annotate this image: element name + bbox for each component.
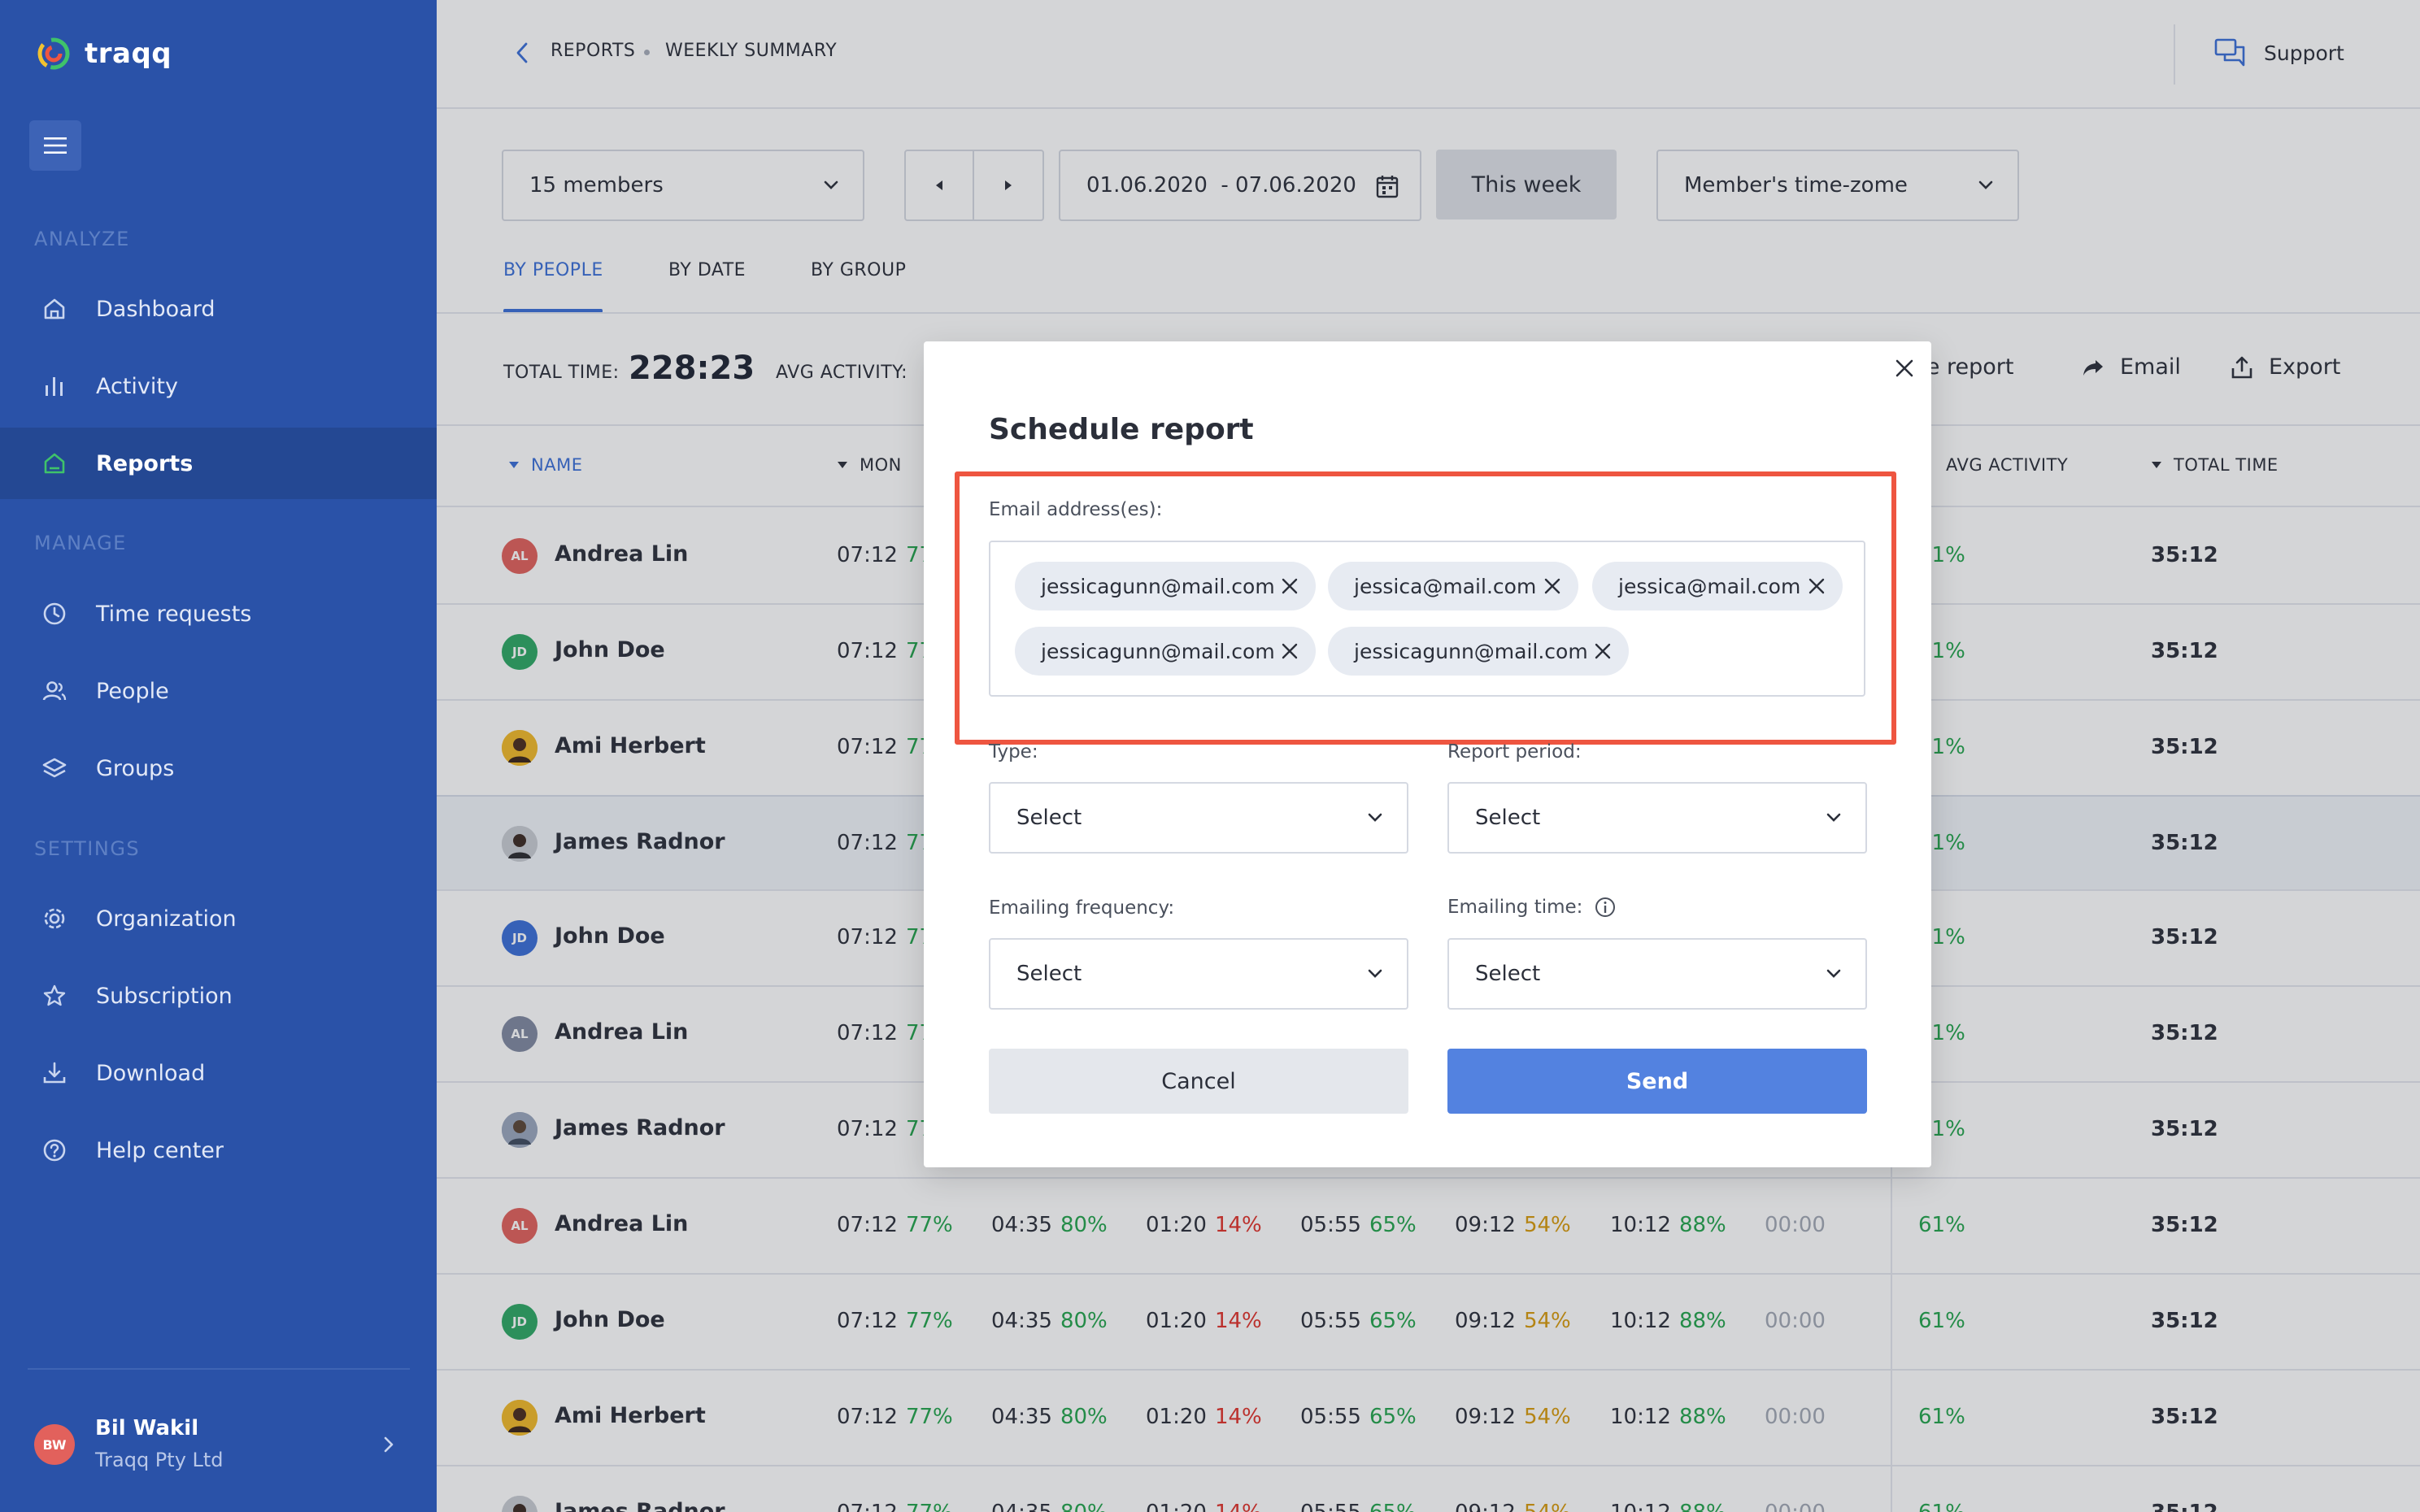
sidebar-item-groups[interactable]: Groups (0, 732, 437, 804)
chevron-right-icon[interactable] (381, 1434, 397, 1455)
user-avatar[interactable]: BW (34, 1424, 75, 1465)
gear-icon (44, 908, 65, 929)
home-icon (44, 298, 65, 319)
bar-chart-icon (46, 377, 63, 396)
user-name[interactable]: Bil Wakil (95, 1416, 198, 1440)
send-button[interactable]: Send (1447, 1049, 1867, 1114)
type-select[interactable]: Select (989, 782, 1408, 854)
email-chip[interactable]: jessica@mail.com (1328, 562, 1578, 610)
sidebar-item-activity[interactable]: Activity (0, 350, 437, 422)
email-chip[interactable]: jessicagunn@mail.com (1015, 627, 1316, 676)
clock-icon (43, 602, 66, 625)
section-manage: MANAGE (34, 532, 127, 554)
close-icon[interactable] (1894, 358, 1915, 379)
sidebar-item-people[interactable]: People (0, 655, 437, 727)
sidebar-item-label: Time requests (96, 601, 252, 627)
sidebar-item-label: Activity (96, 373, 178, 399)
email-input[interactable]: jessicagunn@mail.com jessica@mail.com je… (989, 541, 1865, 697)
sidebar-item-help-center[interactable]: Help center (0, 1114, 437, 1186)
emailing-time-label: Emailing time: (1447, 896, 1617, 919)
sidebar-item-label: Groups (96, 755, 175, 781)
chevron-down-icon (1826, 813, 1841, 822)
section-analyze: ANALYZE (34, 228, 130, 250)
sidebar-item-label: Dashboard (96, 296, 215, 322)
sidebar-item-subscription[interactable]: Subscription (0, 960, 437, 1032)
sidebar-item-organization[interactable]: Organization (0, 883, 437, 954)
sidebar-item-label: Download (96, 1060, 206, 1086)
chevron-down-icon (1826, 969, 1841, 978)
sidebar-item-dashboard[interactable]: Dashboard (0, 273, 437, 345)
cancel-button[interactable]: Cancel (989, 1049, 1408, 1114)
hamburger-icon (44, 137, 67, 154)
email-chip-text: jessica@mail.com (1354, 574, 1537, 598)
sidebar-item-label: Help center (96, 1137, 224, 1163)
info-icon[interactable] (1594, 896, 1617, 919)
chevron-down-icon (1368, 969, 1382, 978)
logo[interactable]: traqq (36, 36, 172, 72)
frequency-select[interactable]: Select (989, 938, 1408, 1010)
chevron-down-icon (1368, 813, 1382, 822)
reports-icon (44, 453, 65, 474)
report-period-value: Select (1475, 806, 1541, 830)
schedule-report-dialog: Schedule report Email address(es): jessi… (924, 341, 1931, 1167)
sidebar-item-label: Reports (96, 450, 194, 476)
download-icon (43, 1062, 66, 1084)
remove-chip-icon[interactable] (1593, 641, 1613, 661)
remove-chip-icon[interactable] (1543, 576, 1562, 596)
frequency-label: Emailing frequency: (989, 897, 1175, 919)
section-settings: SETTINGS (34, 837, 141, 860)
email-chip-text: jessicagunn@mail.com (1041, 639, 1275, 663)
sidebar-item-label: Organization (96, 906, 237, 932)
sidebar-item-label: People (96, 678, 169, 704)
people-icon (42, 681, 67, 701)
star-icon (43, 984, 66, 1006)
sidebar-item-label: Subscription (96, 983, 233, 1009)
traqq-logo-icon (37, 37, 70, 70)
frequency-value: Select (1016, 962, 1082, 986)
email-chip-text: jessicagunn@mail.com (1041, 574, 1275, 598)
report-period-label: Report period: (1447, 741, 1582, 763)
emailing-time-select[interactable]: Select (1447, 938, 1867, 1010)
sidebar-item-reports[interactable]: Reports (0, 428, 437, 499)
type-value: Select (1016, 806, 1082, 830)
email-chip[interactable]: jessicagunn@mail.com (1015, 562, 1316, 610)
report-period-select[interactable]: Select (1447, 782, 1867, 854)
type-label: Type: (989, 741, 1038, 763)
help-icon (43, 1139, 66, 1162)
app-name: traqq (85, 37, 172, 70)
remove-chip-icon[interactable] (1280, 576, 1299, 596)
dialog-title: Schedule report (989, 413, 1254, 446)
menu-toggle-button[interactable] (29, 120, 81, 171)
emailing-time-value: Select (1475, 962, 1541, 986)
email-label: Email address(es): (989, 499, 1163, 520)
user-org: Traqq Pty Ltd (95, 1449, 224, 1471)
sidebar-item-download[interactable]: Download (0, 1037, 437, 1109)
remove-chip-icon[interactable] (1280, 641, 1299, 661)
layers-icon (42, 758, 67, 778)
sidebar-divider (28, 1368, 410, 1370)
remove-chip-icon[interactable] (1807, 576, 1826, 596)
sidebar: traqq ANALYZE Dashboard Activity Reports… (0, 0, 437, 1512)
email-chip[interactable]: jessica@mail.com (1592, 562, 1843, 610)
email-chip[interactable]: jessicagunn@mail.com (1328, 627, 1629, 676)
email-chip-text: jessicagunn@mail.com (1354, 639, 1588, 663)
email-chip-text: jessica@mail.com (1618, 574, 1801, 598)
sidebar-item-time-requests[interactable]: Time requests (0, 578, 437, 650)
